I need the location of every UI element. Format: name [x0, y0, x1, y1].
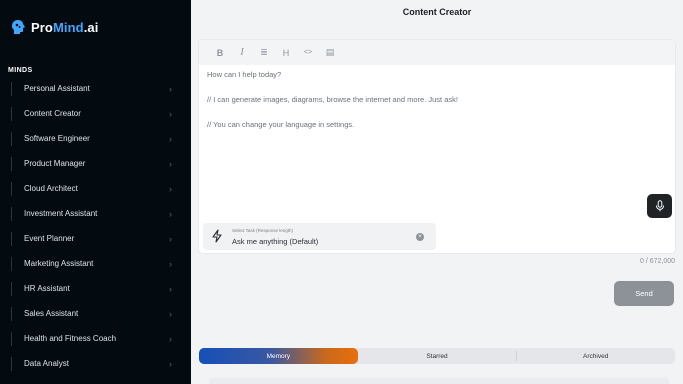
- sidebar-item-label: Investment Assistant: [24, 209, 98, 218]
- clear-icon[interactable]: ×: [416, 233, 424, 241]
- task-select-value: Ask me anything (Default): [232, 237, 319, 246]
- task-select[interactable]: Select Task (Response length) Ask me any…: [203, 223, 436, 250]
- sidebar-item-label: Software Engineer: [24, 134, 90, 143]
- item-divider: [11, 181, 12, 196]
- sidebar-item-label: HR Assistant: [24, 284, 70, 293]
- microphone-button[interactable]: [647, 194, 672, 218]
- brain-head-icon: [12, 20, 25, 34]
- logo-suffix: .ai: [83, 19, 99, 35]
- item-divider: [11, 306, 12, 321]
- sidebar: ProMind.ai MINDS Personal Assistant › Con…: [0, 0, 191, 384]
- item-divider: [11, 331, 12, 346]
- chevron-right-icon: ›: [169, 283, 172, 294]
- sidebar-item-label: Personal Assistant: [24, 84, 90, 93]
- sidebar-item-sales-assistant[interactable]: Sales Assistant ›: [0, 301, 191, 326]
- top-bar: Content Creator: [191, 0, 683, 24]
- item-divider: [11, 206, 12, 221]
- chevron-right-icon: ›: [169, 183, 172, 194]
- code-icon[interactable]: <>: [297, 44, 319, 62]
- sidebar-item-marketing-assistant[interactable]: Marketing Assistant ›: [0, 251, 191, 276]
- item-divider: [11, 81, 12, 96]
- main-panel: Content Creator B I ≣ H <> ▤ How can I h…: [191, 0, 683, 384]
- sidebar-item-label: Product Manager: [24, 159, 86, 168]
- sidebar-item-cloud-architect[interactable]: Cloud Architect ›: [0, 176, 191, 201]
- chevron-right-icon: ›: [169, 258, 172, 269]
- tab-archived[interactable]: Archived: [516, 348, 675, 364]
- item-divider: [11, 131, 12, 146]
- item-divider: [11, 156, 12, 171]
- chevron-right-icon: ›: [169, 158, 172, 169]
- minds-section-label: MINDS: [8, 67, 33, 74]
- chevron-right-icon: ›: [169, 83, 172, 94]
- sidebar-item-label: Event Planner: [24, 234, 75, 243]
- logo-prefix: Pro: [31, 19, 53, 35]
- lightning-icon: [212, 229, 222, 243]
- heading-icon[interactable]: H: [275, 44, 297, 62]
- history-tabs: Memory Starred Archived: [199, 348, 675, 364]
- task-select-caption: Select Task (Response length): [232, 228, 293, 233]
- sidebar-item-personal-assistant[interactable]: Personal Assistant ›: [0, 76, 191, 101]
- chevron-right-icon: ›: [169, 208, 172, 219]
- logo-accent: Mind: [52, 19, 84, 35]
- sidebar-item-content-creator[interactable]: Content Creator ›: [0, 101, 191, 126]
- italic-icon[interactable]: I: [231, 44, 253, 62]
- item-divider: [11, 106, 12, 121]
- sidebar-item-label: Content Creator: [24, 109, 81, 118]
- page-title: Content Creator: [402, 7, 472, 17]
- item-divider: [11, 281, 12, 296]
- sidebar-item-health-and-fitness-coach[interactable]: Health and Fitness Coach ›: [0, 326, 191, 351]
- sidebar-item-label: Data Analyst: [24, 359, 69, 368]
- tab-starred[interactable]: Starred: [358, 348, 517, 364]
- sidebar-item-label: Sales Assistant: [24, 309, 79, 318]
- chevron-right-icon: ›: [169, 308, 172, 319]
- chevron-right-icon: ›: [169, 108, 172, 119]
- formatting-toolbar: B I ≣ H <> ▤: [199, 40, 675, 65]
- sidebar-item-event-planner[interactable]: Event Planner ›: [0, 226, 191, 251]
- editor-content[interactable]: How can I help today? // I can generate …: [207, 70, 667, 145]
- send-button[interactable]: Send: [614, 281, 674, 306]
- chevron-right-icon: ›: [169, 133, 172, 144]
- sidebar-item-label: Cloud Architect: [24, 184, 78, 193]
- chevron-right-icon: ›: [169, 333, 172, 344]
- item-divider: [11, 231, 12, 246]
- table-icon[interactable]: ▤: [319, 44, 341, 62]
- item-divider: [11, 256, 12, 271]
- sidebar-item-software-engineer[interactable]: Software Engineer ›: [0, 126, 191, 151]
- tab-memory[interactable]: Memory: [199, 348, 358, 364]
- sidebar-item-hr-assistant[interactable]: HR Assistant ›: [0, 276, 191, 301]
- history-list-edge: [209, 378, 669, 384]
- sidebar-item-data-analyst[interactable]: Data Analyst ›: [0, 351, 191, 376]
- app-logo[interactable]: ProMind.ai: [11, 19, 98, 35]
- editor-line: // I can generate images, diagrams, brow…: [207, 95, 458, 104]
- microphone-icon: [655, 200, 664, 212]
- item-divider: [11, 356, 12, 371]
- sidebar-item-label: Health and Fitness Coach: [24, 334, 117, 343]
- align-icon[interactable]: ≣: [253, 44, 275, 62]
- editor-line: // You can change your language in setti…: [207, 120, 355, 129]
- sidebar-item-label: Marketing Assistant: [24, 259, 94, 268]
- editor-line: How can I help today?: [207, 70, 282, 79]
- prompt-editor[interactable]: B I ≣ H <> ▤ How can I help today? // I …: [199, 40, 675, 253]
- chevron-right-icon: ›: [169, 358, 172, 369]
- character-counter: 0 / 672,000: [639, 258, 675, 265]
- chevron-right-icon: ›: [169, 233, 172, 244]
- sidebar-item-investment-assistant[interactable]: Investment Assistant ›: [0, 201, 191, 226]
- bold-icon[interactable]: B: [209, 44, 231, 62]
- logo-text: ProMind.ai: [31, 20, 98, 35]
- sidebar-item-product-manager[interactable]: Product Manager ›: [0, 151, 191, 176]
- minds-list: Personal Assistant › Content Creator › Sof…: [0, 76, 191, 376]
